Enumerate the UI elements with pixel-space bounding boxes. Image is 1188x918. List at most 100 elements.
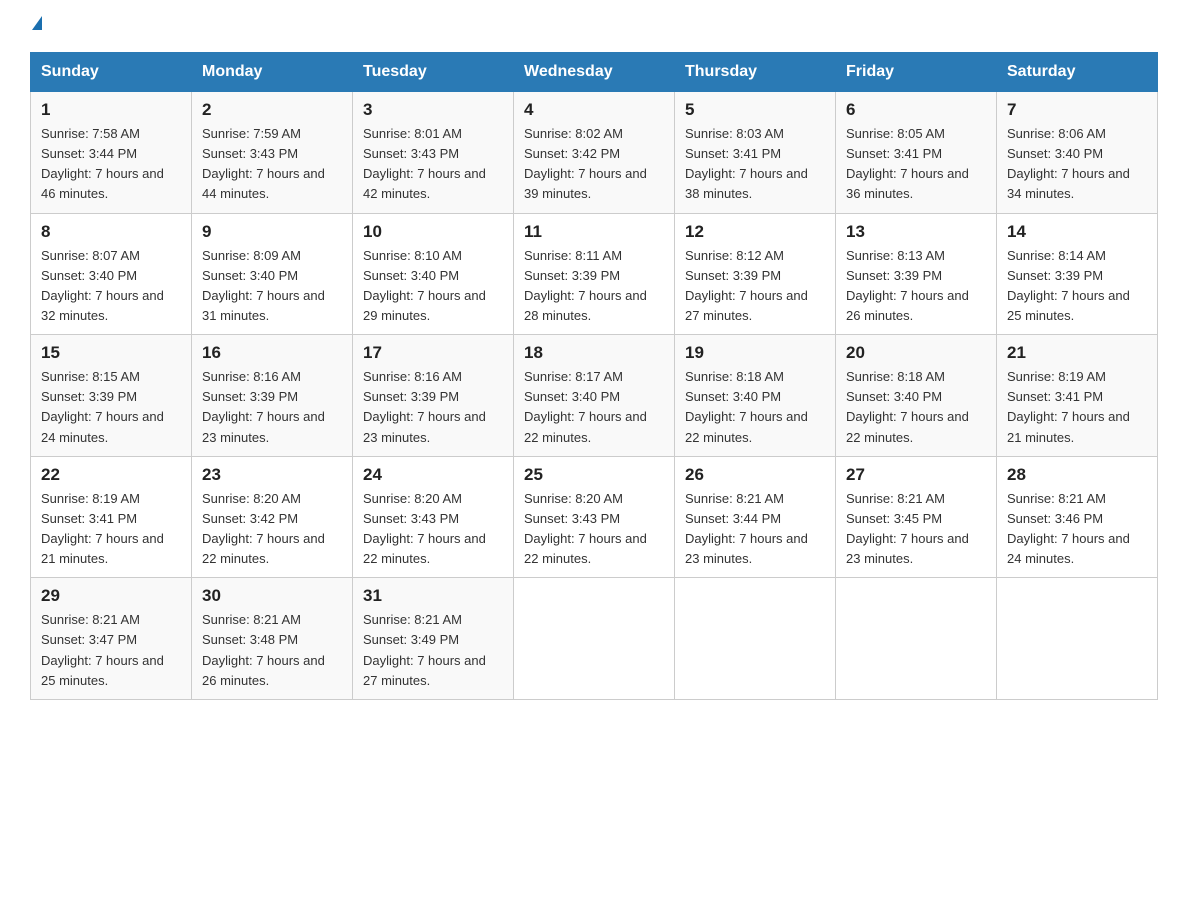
day-number: 22 — [41, 465, 181, 485]
calendar-cell: 27 Sunrise: 8:21 AMSunset: 3:45 PMDaylig… — [836, 456, 997, 578]
calendar-cell: 8 Sunrise: 8:07 AMSunset: 3:40 PMDayligh… — [31, 213, 192, 335]
day-number: 9 — [202, 222, 342, 242]
day-number: 19 — [685, 343, 825, 363]
header-thursday: Thursday — [675, 53, 836, 92]
calendar-cell: 23 Sunrise: 8:20 AMSunset: 3:42 PMDaylig… — [192, 456, 353, 578]
day-info: Sunrise: 8:06 AMSunset: 3:40 PMDaylight:… — [1007, 126, 1130, 201]
day-number: 14 — [1007, 222, 1147, 242]
day-number: 31 — [363, 586, 503, 606]
calendar-cell: 28 Sunrise: 8:21 AMSunset: 3:46 PMDaylig… — [997, 456, 1158, 578]
calendar-week-row: 29 Sunrise: 8:21 AMSunset: 3:47 PMDaylig… — [31, 578, 1158, 700]
calendar-cell — [836, 578, 997, 700]
day-number: 5 — [685, 100, 825, 120]
calendar-body: 1 Sunrise: 7:58 AMSunset: 3:44 PMDayligh… — [31, 92, 1158, 700]
calendar-cell: 30 Sunrise: 8:21 AMSunset: 3:48 PMDaylig… — [192, 578, 353, 700]
calendar-cell: 3 Sunrise: 8:01 AMSunset: 3:43 PMDayligh… — [353, 92, 514, 214]
day-number: 10 — [363, 222, 503, 242]
day-info: Sunrise: 8:13 AMSunset: 3:39 PMDaylight:… — [846, 248, 969, 323]
day-info: Sunrise: 8:21 AMSunset: 3:48 PMDaylight:… — [202, 612, 325, 687]
day-number: 20 — [846, 343, 986, 363]
calendar-cell: 19 Sunrise: 8:18 AMSunset: 3:40 PMDaylig… — [675, 335, 836, 457]
calendar-cell: 17 Sunrise: 8:16 AMSunset: 3:39 PMDaylig… — [353, 335, 514, 457]
day-info: Sunrise: 8:03 AMSunset: 3:41 PMDaylight:… — [685, 126, 808, 201]
day-number: 3 — [363, 100, 503, 120]
day-number: 30 — [202, 586, 342, 606]
page-header — [30, 20, 1158, 34]
day-info: Sunrise: 8:21 AMSunset: 3:47 PMDaylight:… — [41, 612, 164, 687]
day-info: Sunrise: 8:15 AMSunset: 3:39 PMDaylight:… — [41, 369, 164, 444]
day-info: Sunrise: 8:18 AMSunset: 3:40 PMDaylight:… — [846, 369, 969, 444]
day-number: 6 — [846, 100, 986, 120]
calendar-cell: 10 Sunrise: 8:10 AMSunset: 3:40 PMDaylig… — [353, 213, 514, 335]
calendar-cell: 6 Sunrise: 8:05 AMSunset: 3:41 PMDayligh… — [836, 92, 997, 214]
header-sunday: Sunday — [31, 53, 192, 92]
day-info: Sunrise: 8:14 AMSunset: 3:39 PMDaylight:… — [1007, 248, 1130, 323]
day-number: 15 — [41, 343, 181, 363]
day-number: 21 — [1007, 343, 1147, 363]
day-number: 29 — [41, 586, 181, 606]
day-number: 12 — [685, 222, 825, 242]
calendar-header: Sunday Monday Tuesday Wednesday Thursday… — [31, 53, 1158, 92]
calendar-cell: 24 Sunrise: 8:20 AMSunset: 3:43 PMDaylig… — [353, 456, 514, 578]
calendar-cell — [675, 578, 836, 700]
calendar-cell: 31 Sunrise: 8:21 AMSunset: 3:49 PMDaylig… — [353, 578, 514, 700]
day-info: Sunrise: 8:21 AMSunset: 3:45 PMDaylight:… — [846, 491, 969, 566]
calendar-week-row: 22 Sunrise: 8:19 AMSunset: 3:41 PMDaylig… — [31, 456, 1158, 578]
calendar-cell: 16 Sunrise: 8:16 AMSunset: 3:39 PMDaylig… — [192, 335, 353, 457]
header-saturday: Saturday — [997, 53, 1158, 92]
day-info: Sunrise: 8:02 AMSunset: 3:42 PMDaylight:… — [524, 126, 647, 201]
day-info: Sunrise: 8:20 AMSunset: 3:42 PMDaylight:… — [202, 491, 325, 566]
day-info: Sunrise: 8:19 AMSunset: 3:41 PMDaylight:… — [1007, 369, 1130, 444]
calendar-cell: 14 Sunrise: 8:14 AMSunset: 3:39 PMDaylig… — [997, 213, 1158, 335]
day-number: 26 — [685, 465, 825, 485]
calendar-cell: 26 Sunrise: 8:21 AMSunset: 3:44 PMDaylig… — [675, 456, 836, 578]
day-info: Sunrise: 8:01 AMSunset: 3:43 PMDaylight:… — [363, 126, 486, 201]
logo-triangle-icon — [32, 16, 42, 30]
day-number: 8 — [41, 222, 181, 242]
day-info: Sunrise: 8:12 AMSunset: 3:39 PMDaylight:… — [685, 248, 808, 323]
day-number: 28 — [1007, 465, 1147, 485]
header-friday: Friday — [836, 53, 997, 92]
day-info: Sunrise: 8:21 AMSunset: 3:49 PMDaylight:… — [363, 612, 486, 687]
calendar-cell: 21 Sunrise: 8:19 AMSunset: 3:41 PMDaylig… — [997, 335, 1158, 457]
day-info: Sunrise: 8:19 AMSunset: 3:41 PMDaylight:… — [41, 491, 164, 566]
header-tuesday: Tuesday — [353, 53, 514, 92]
day-number: 23 — [202, 465, 342, 485]
day-info: Sunrise: 7:58 AMSunset: 3:44 PMDaylight:… — [41, 126, 164, 201]
header-monday: Monday — [192, 53, 353, 92]
day-info: Sunrise: 8:11 AMSunset: 3:39 PMDaylight:… — [524, 248, 647, 323]
day-info: Sunrise: 8:21 AMSunset: 3:46 PMDaylight:… — [1007, 491, 1130, 566]
day-info: Sunrise: 8:21 AMSunset: 3:44 PMDaylight:… — [685, 491, 808, 566]
day-number: 7 — [1007, 100, 1147, 120]
calendar-cell: 1 Sunrise: 7:58 AMSunset: 3:44 PMDayligh… — [31, 92, 192, 214]
calendar-cell: 7 Sunrise: 8:06 AMSunset: 3:40 PMDayligh… — [997, 92, 1158, 214]
day-info: Sunrise: 7:59 AMSunset: 3:43 PMDaylight:… — [202, 126, 325, 201]
day-number: 16 — [202, 343, 342, 363]
day-number: 13 — [846, 222, 986, 242]
day-info: Sunrise: 8:16 AMSunset: 3:39 PMDaylight:… — [202, 369, 325, 444]
day-info: Sunrise: 8:20 AMSunset: 3:43 PMDaylight:… — [363, 491, 486, 566]
header-row: Sunday Monday Tuesday Wednesday Thursday… — [31, 53, 1158, 92]
calendar-cell: 4 Sunrise: 8:02 AMSunset: 3:42 PMDayligh… — [514, 92, 675, 214]
day-number: 4 — [524, 100, 664, 120]
calendar-cell: 2 Sunrise: 7:59 AMSunset: 3:43 PMDayligh… — [192, 92, 353, 214]
logo — [30, 20, 42, 34]
calendar-cell: 12 Sunrise: 8:12 AMSunset: 3:39 PMDaylig… — [675, 213, 836, 335]
day-number: 1 — [41, 100, 181, 120]
calendar-week-row: 15 Sunrise: 8:15 AMSunset: 3:39 PMDaylig… — [31, 335, 1158, 457]
day-info: Sunrise: 8:09 AMSunset: 3:40 PMDaylight:… — [202, 248, 325, 323]
day-info: Sunrise: 8:17 AMSunset: 3:40 PMDaylight:… — [524, 369, 647, 444]
day-number: 11 — [524, 222, 664, 242]
day-info: Sunrise: 8:07 AMSunset: 3:40 PMDaylight:… — [41, 248, 164, 323]
calendar-cell: 9 Sunrise: 8:09 AMSunset: 3:40 PMDayligh… — [192, 213, 353, 335]
calendar-cell — [997, 578, 1158, 700]
day-info: Sunrise: 8:16 AMSunset: 3:39 PMDaylight:… — [363, 369, 486, 444]
day-number: 24 — [363, 465, 503, 485]
day-number: 27 — [846, 465, 986, 485]
day-number: 2 — [202, 100, 342, 120]
day-info: Sunrise: 8:18 AMSunset: 3:40 PMDaylight:… — [685, 369, 808, 444]
calendar-cell: 11 Sunrise: 8:11 AMSunset: 3:39 PMDaylig… — [514, 213, 675, 335]
calendar-week-row: 8 Sunrise: 8:07 AMSunset: 3:40 PMDayligh… — [31, 213, 1158, 335]
day-info: Sunrise: 8:20 AMSunset: 3:43 PMDaylight:… — [524, 491, 647, 566]
calendar-cell: 29 Sunrise: 8:21 AMSunset: 3:47 PMDaylig… — [31, 578, 192, 700]
